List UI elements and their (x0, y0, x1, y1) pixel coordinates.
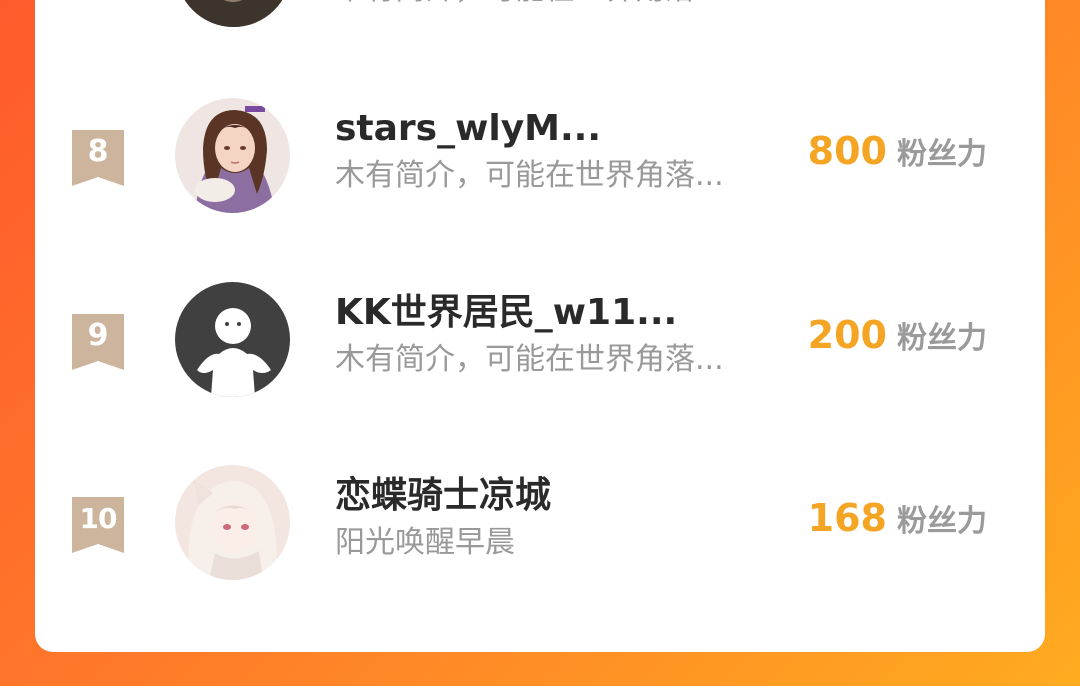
fans-power: 168 粉丝力 (808, 495, 987, 549)
rank-number: 9 (87, 318, 109, 353)
user-avatar[interactable] (175, 465, 290, 580)
fans-power: 200 粉丝力 (808, 312, 987, 366)
user-avatar[interactable] (175, 282, 290, 397)
photo-avatar-icon (176, 0, 291, 27)
fans-label: 粉丝力 (897, 137, 987, 172)
fans-count: 168 (807, 496, 887, 540)
ranking-row-partial[interactable]: 木有简介，可能在世界角落... (35, 0, 1045, 32)
fans-power: 800 粉丝力 (808, 128, 987, 182)
ranking-card: 木有简介，可能在世界角落... 8 stars_wlyM... (35, 0, 1045, 652)
user-name[interactable]: stars_wlyM... (335, 106, 601, 152)
rank-badge: 10 (72, 497, 124, 553)
rank-number: 8 (87, 134, 109, 169)
fans-count: 800 (807, 129, 887, 173)
user-avatar[interactable] (175, 98, 290, 213)
rank-number: 10 (79, 502, 118, 535)
user-name[interactable]: 恋蝶骑士凉城 (335, 473, 551, 519)
anime-white-hair-avatar-icon (175, 465, 290, 580)
user-desc: 木有简介，可能在世界角落... (335, 158, 724, 193)
rank-badge: 8 (72, 130, 124, 186)
user-avatar[interactable] (176, 0, 291, 27)
user-name[interactable]: KK世界居民_w11... (335, 290, 677, 336)
rank-badge: 9 (72, 314, 124, 370)
ranking-row[interactable]: 8 stars_wlyM... 木有简介，可能在世界角落... 800 粉丝力 (35, 98, 1045, 218)
user-desc: 木有简介，可能在世界角落... (335, 0, 724, 10)
ranking-row[interactable]: 10 恋蝶骑士凉城 阳光唤醒早晨 168 粉丝力 (35, 465, 1045, 585)
fans-label: 粉丝力 (897, 504, 987, 539)
anime-girl-avatar-icon (175, 98, 290, 213)
fans-count: 200 (807, 313, 887, 357)
user-desc: 阳光唤醒早晨 (335, 525, 515, 560)
default-person-avatar-icon (175, 282, 290, 397)
ranking-row[interactable]: 9 KK世界居民_w11... 木有简介，可能在世界角落... 200 粉丝力 (35, 282, 1045, 402)
fans-label: 粉丝力 (897, 321, 987, 356)
user-desc: 木有简介，可能在世界角落... (335, 342, 724, 377)
